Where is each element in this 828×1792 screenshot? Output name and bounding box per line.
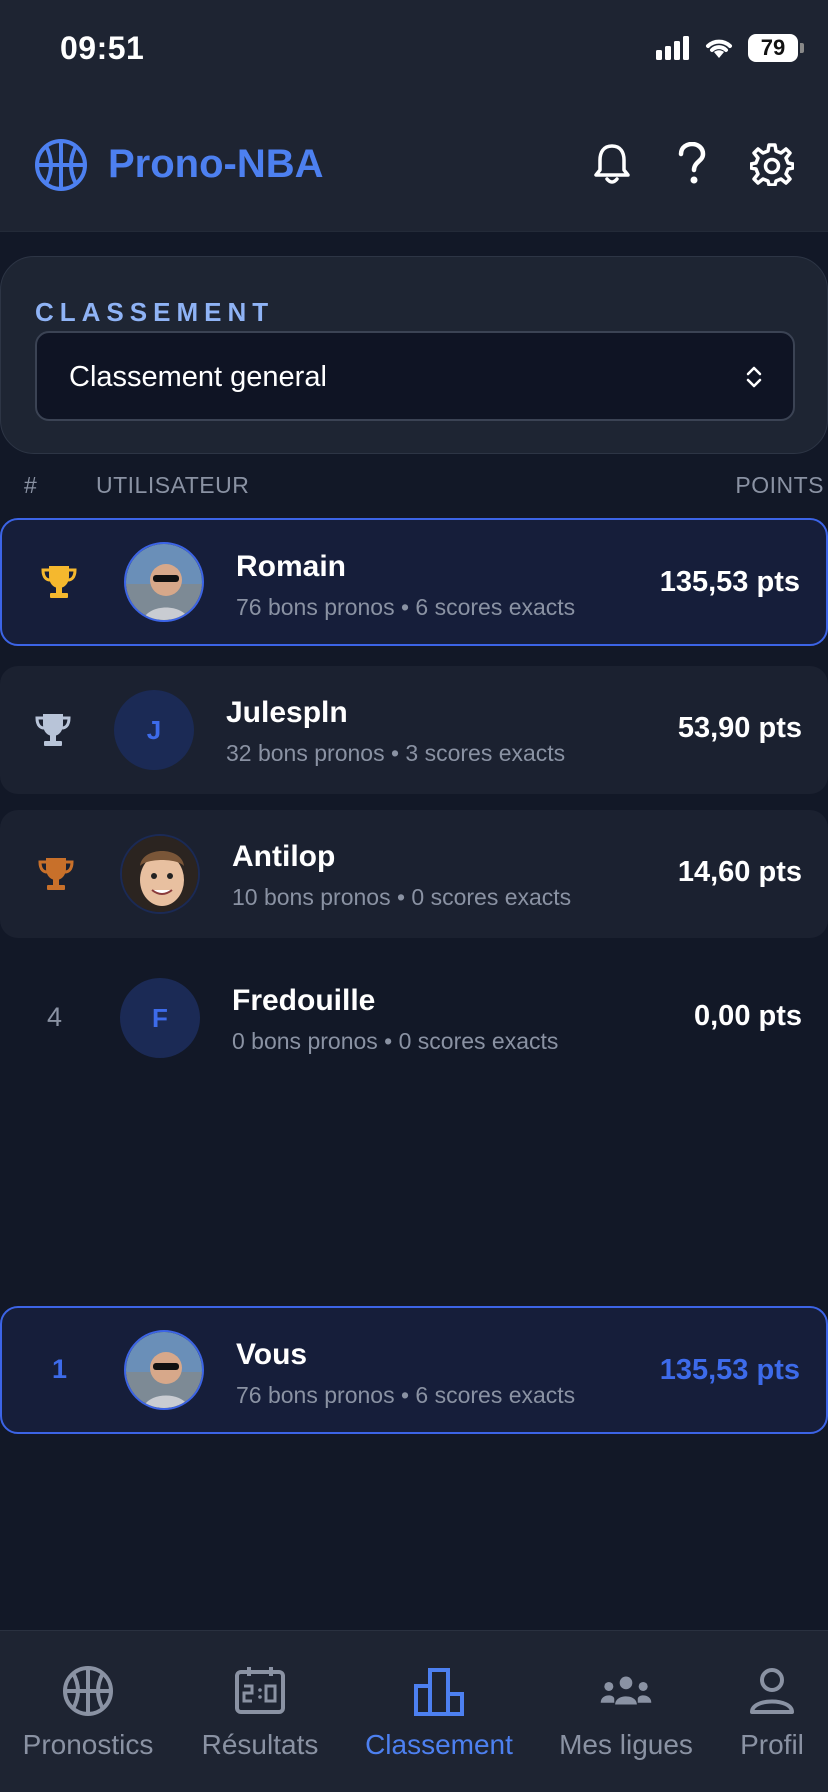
- signal-icon: [656, 36, 689, 60]
- my-ranking-row[interactable]: 1 Vous 76 bons pronos • 6 scores exacts …: [0, 1306, 828, 1434]
- app-header: Prono-NBA: [0, 100, 828, 232]
- app-title: Prono-NBA: [108, 142, 324, 186]
- nav-label: Résultats: [201, 1729, 319, 1760]
- nav-mes-ligues[interactable]: Mes ligues: [556, 1631, 696, 1792]
- column-user: UTILISATEUR: [96, 472, 250, 498]
- user-name: Fredouille: [232, 984, 376, 1017]
- user-stats: 32 bons pronos • 3 scores exacts: [226, 740, 566, 766]
- ranking-label: CLASSEMENT: [35, 297, 275, 327]
- user-stats: 10 bons pronos • 0 scores exacts: [232, 884, 572, 910]
- bottom-navigation: Pronostics Résultats Classement Mes ligu…: [0, 1630, 828, 1792]
- nav-label: Pronostics: [22, 1729, 154, 1760]
- ranking-filter-card: CLASSEMENT Classement general: [0, 256, 828, 454]
- chevron-updown-icon: [746, 366, 762, 388]
- status-icons: 79: [656, 34, 804, 62]
- status-bar: 09:51 79: [0, 0, 828, 100]
- nav-label: Classement: [365, 1729, 513, 1760]
- group-icon: [598, 1663, 654, 1719]
- nav-label: Mes ligues: [559, 1729, 693, 1760]
- user-name: Julespln: [226, 696, 348, 729]
- nav-pronostics[interactable]: Pronostics: [18, 1631, 158, 1792]
- avatar: J: [114, 690, 194, 770]
- ranking-row-1[interactable]: Romain 76 bons pronos • 6 scores exacts …: [0, 518, 828, 646]
- podium-icon: [411, 1663, 467, 1719]
- user-stats: 0 bons pronos • 0 scores exacts: [232, 1028, 559, 1054]
- user-name: Vous: [236, 1338, 308, 1371]
- ranking-select[interactable]: Classement general: [35, 331, 795, 421]
- gear-icon: [750, 143, 794, 186]
- user-points: 135,53 pts: [659, 566, 800, 598]
- battery-indicator: 79: [748, 34, 804, 62]
- basketball-icon: [35, 139, 87, 191]
- nav-resultats[interactable]: Résultats: [190, 1631, 330, 1792]
- avatar: [124, 542, 204, 622]
- trophy-bronze-icon: [34, 852, 78, 896]
- ranking-row-4[interactable]: 4 F Fredouille 0 bons pronos • 0 scores …: [0, 954, 828, 1082]
- wifi-icon: [706, 39, 732, 58]
- column-rank: #: [24, 472, 38, 498]
- user-stats: 76 bons pronos • 6 scores exacts: [236, 1382, 576, 1408]
- trophy-gold-icon: [37, 560, 81, 604]
- nav-label: Profil: [740, 1729, 804, 1760]
- help-button[interactable]: [666, 138, 718, 190]
- nav-profil[interactable]: Profil: [722, 1631, 822, 1792]
- user-name: Antilop: [232, 840, 336, 873]
- user-points: 53,90 pts: [677, 712, 802, 744]
- avatar: F: [120, 978, 200, 1058]
- user-stats: 76 bons pronos • 6 scores exacts: [236, 594, 576, 620]
- settings-button[interactable]: [746, 138, 798, 190]
- status-time: 09:51: [60, 30, 145, 66]
- scoreboard-icon: [232, 1663, 288, 1719]
- user-icon: [744, 1663, 800, 1719]
- user-points: 14,60 pts: [677, 856, 802, 888]
- rank-number: 4: [47, 1002, 63, 1032]
- nav-classement[interactable]: Classement: [364, 1631, 514, 1792]
- notifications-button[interactable]: [586, 138, 638, 190]
- my-rank-number: 1: [52, 1354, 68, 1384]
- ranking-row-2[interactable]: J Julespln 32 bons pronos • 3 scores exa…: [0, 666, 828, 794]
- user-name: Romain: [236, 550, 347, 583]
- ranking-row-3[interactable]: Antilop 10 bons pronos • 0 scores exacts…: [0, 810, 828, 938]
- basketball-icon: [60, 1663, 116, 1719]
- user-points: 0,00 pts: [694, 1000, 802, 1032]
- avatar: [120, 834, 200, 914]
- trophy-silver-icon: [31, 708, 75, 752]
- ranking-select-value: Classement general: [69, 361, 327, 393]
- column-points: POINTS: [735, 472, 824, 498]
- help-icon: [678, 142, 706, 184]
- user-points: 135,53 pts: [659, 1354, 800, 1386]
- bell-icon: [594, 144, 630, 184]
- avatar: [124, 1330, 204, 1410]
